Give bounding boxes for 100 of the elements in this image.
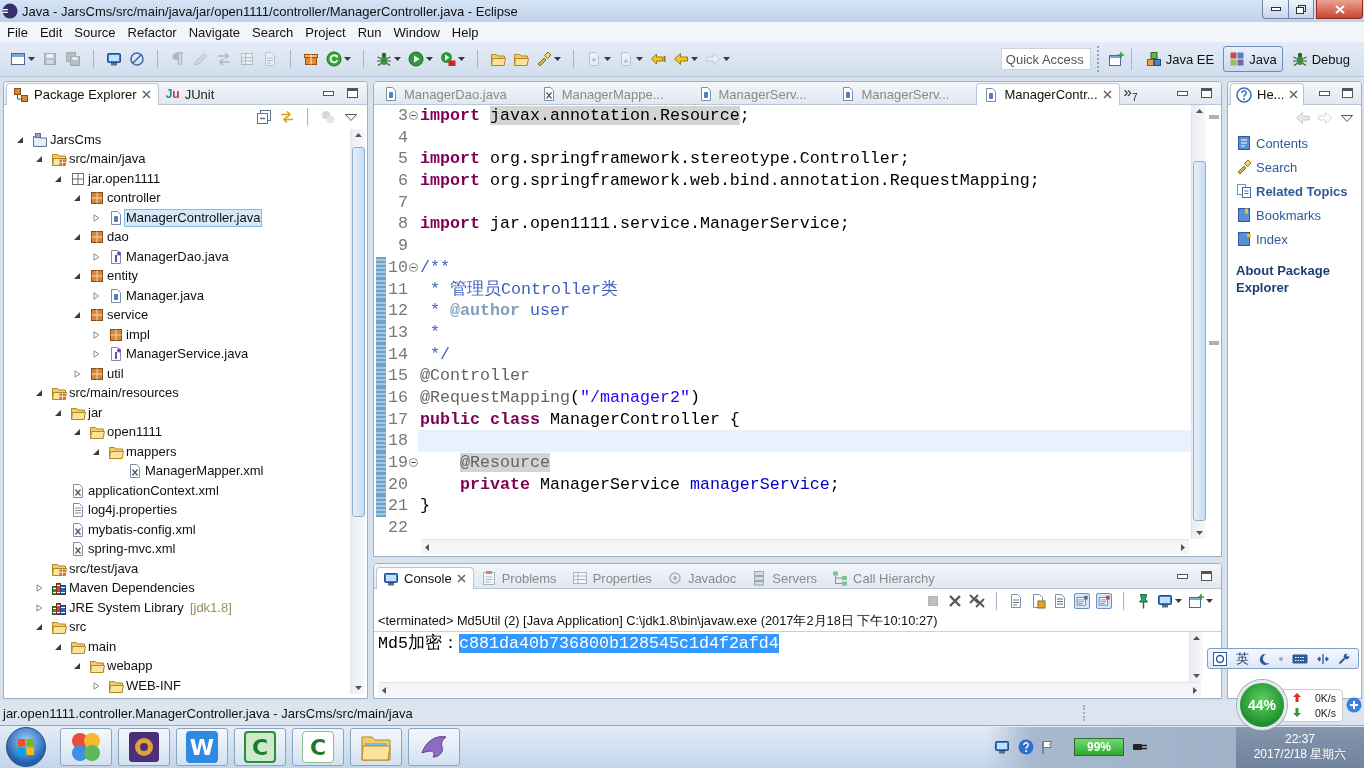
- expanded-triangle-icon[interactable]: [54, 408, 62, 417]
- close-icon[interactable]: [1289, 90, 1299, 99]
- maximize-icon[interactable]: [347, 88, 358, 98]
- tree-item[interactable]: src/main/java: [67, 150, 148, 169]
- collapsed-triangle-icon[interactable]: [73, 369, 81, 378]
- flashlight-icon[interactable]: [536, 51, 552, 67]
- folder-icon[interactable]: [513, 51, 529, 67]
- tree-item[interactable]: spring-mvc.xml: [86, 540, 178, 559]
- expanded-triangle-icon[interactable]: [73, 194, 81, 203]
- x-icon[interactable]: [947, 593, 963, 609]
- wrench-icon[interactable]: [1338, 652, 1350, 665]
- menu-item[interactable]: Search: [246, 24, 300, 40]
- quick-access-field[interactable]: Quick Access: [1000, 48, 1091, 70]
- tree-item[interactable]: applicationContext.xml: [86, 481, 221, 500]
- expanded-triangle-icon[interactable]: [73, 428, 81, 437]
- collapsed-triangle-icon[interactable]: [92, 330, 100, 339]
- expanded-triangle-icon[interactable]: [54, 174, 62, 183]
- folder-icon[interactable]: [490, 51, 506, 67]
- editor-tab[interactable]: ManagerContr...: [976, 83, 1120, 105]
- tree-item[interactable]: entity: [105, 267, 141, 286]
- minimize-icon[interactable]: [1319, 90, 1330, 96]
- scroll-up-arrow-icon[interactable]: [1195, 109, 1203, 113]
- tree-item[interactable]: src/main/resources: [67, 384, 181, 403]
- expanded-triangle-icon[interactable]: [35, 155, 43, 164]
- plus-icon[interactable]: [1346, 697, 1362, 713]
- monitor-page-icon[interactable]: [1074, 593, 1090, 609]
- scroll-left-arrow-icon[interactable]: [382, 686, 386, 694]
- collapsed-triangle-icon[interactable]: [92, 291, 100, 300]
- expanded-triangle-icon[interactable]: [73, 233, 81, 242]
- collapse-all-icon[interactable]: [256, 109, 272, 125]
- tree-item[interactable]: open1111: [105, 423, 164, 442]
- box-icon[interactable]: [303, 51, 319, 67]
- play-toolbox-icon[interactable]: [440, 51, 456, 67]
- expanded-triangle-icon[interactable]: [35, 389, 43, 398]
- tree-item[interactable]: mybatis-config.xml: [86, 520, 198, 539]
- caret-icon[interactable]: [344, 57, 351, 61]
- tree-item[interactable]: ManagerDao.java: [124, 247, 231, 266]
- clock-date[interactable]: 2017/2/18 星期六: [1253, 747, 1347, 762]
- collapsed-triangle-icon[interactable]: [92, 213, 100, 222]
- help-link[interactable]: Contents: [1228, 131, 1309, 155]
- menu-item[interactable]: Help: [445, 24, 485, 40]
- collapsed-triangle-icon[interactable]: [92, 252, 100, 261]
- tree-item[interactable]: webapp: [105, 657, 155, 676]
- keyboard-icon[interactable]: [1292, 653, 1308, 664]
- help-link[interactable]: Index: [1228, 227, 1288, 251]
- menu-item[interactable]: Window: [387, 24, 446, 40]
- fold-icon[interactable]: [408, 458, 418, 468]
- caret-icon[interactable]: [1206, 599, 1213, 603]
- expanded-triangle-icon[interactable]: [73, 272, 81, 281]
- expanded-triangle-icon[interactable]: [35, 623, 43, 632]
- start-button[interactable]: [6, 727, 46, 767]
- scroll-right-arrow-icon[interactable]: [1181, 543, 1185, 551]
- caret-icon[interactable]: [28, 57, 35, 61]
- tree-item[interactable]: util: [105, 364, 126, 383]
- tree-item[interactable]: src/test/java: [67, 559, 141, 578]
- tree-item[interactable]: log4j.properties: [86, 501, 179, 520]
- scroll-up-arrow-icon[interactable]: [1193, 636, 1200, 640]
- caret-icon[interactable]: [458, 57, 465, 61]
- minimize-icon[interactable]: [323, 90, 334, 96]
- help-icon[interactable]: [1018, 739, 1034, 755]
- expanded-triangle-icon[interactable]: [73, 311, 81, 320]
- maximize-icon[interactable]: [1201, 571, 1212, 581]
- tree-item[interactable]: JRE System Library: [67, 598, 186, 617]
- menu-item[interactable]: Project: [299, 24, 352, 40]
- fold-icon[interactable]: [408, 263, 418, 273]
- window-icon[interactable]: [10, 51, 26, 67]
- fold-icon[interactable]: [408, 111, 418, 121]
- tree-item[interactable]: ManagerMapper.xml: [143, 462, 266, 481]
- page-lines-icon[interactable]: [1052, 593, 1068, 609]
- scroll-down-arrow-icon[interactable]: [1193, 674, 1200, 678]
- tree-item[interactable]: service: [105, 306, 151, 325]
- page-icon[interactable]: [1008, 593, 1024, 609]
- tree-item[interactable]: dao: [105, 228, 131, 247]
- restore-button[interactable]: [1288, 0, 1314, 19]
- ime-mode[interactable]: 英: [1236, 652, 1249, 665]
- pennant-icon[interactable]: [1042, 740, 1052, 754]
- collapsed-triangle-icon[interactable]: [92, 350, 100, 359]
- perspective-button[interactable]: Java EE: [1139, 46, 1221, 72]
- minimize-icon[interactable]: [1177, 90, 1188, 96]
- refresh-icon[interactable]: [326, 51, 342, 67]
- menu-item[interactable]: Source: [68, 24, 122, 40]
- dot-icon[interactable]: [1279, 656, 1283, 661]
- menu-item[interactable]: Edit: [33, 24, 69, 40]
- tree-item[interactable]: jar.open1111: [86, 169, 163, 188]
- moon-icon[interactable]: [1258, 652, 1270, 665]
- maximize-icon[interactable]: [1201, 88, 1212, 98]
- minimize-icon[interactable]: [1177, 573, 1188, 579]
- caret-icon[interactable]: [394, 57, 401, 61]
- monitor-icon[interactable]: [994, 739, 1010, 755]
- tab-overflow-button[interactable]: »$_{7}$: [1123, 83, 1138, 103]
- caret-icon[interactable]: [691, 57, 698, 61]
- monitor-icon[interactable]: [106, 51, 122, 67]
- scrollbar-thumb[interactable]: [1192, 161, 1206, 521]
- double-x-icon[interactable]: [969, 593, 985, 609]
- taskbar-button[interactable]: W: [176, 728, 228, 766]
- horizontal-scrollbar[interactable]: [378, 682, 1201, 697]
- close-icon[interactable]: [456, 574, 466, 583]
- close-icon[interactable]: [141, 90, 151, 99]
- maximize-icon[interactable]: [1342, 88, 1353, 98]
- scroll-down-arrow-icon[interactable]: [1195, 531, 1203, 535]
